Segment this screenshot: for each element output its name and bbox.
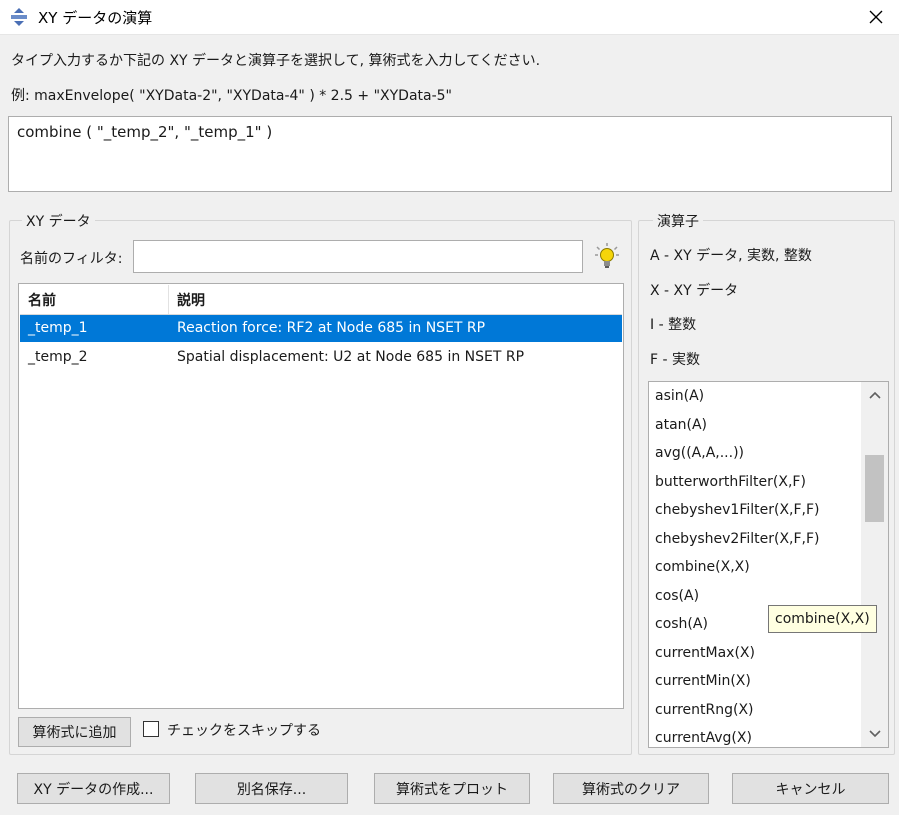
operator-item[interactable]: cosh(A) <box>655 616 708 632</box>
table-row-temp-1[interactable]: _temp_1 Reaction force: RF2 at Node 685 … <box>20 315 622 342</box>
create-xy-data-button[interactable]: XY データの作成... <box>17 773 170 804</box>
close-button[interactable] <box>853 0 899 34</box>
name-filter-input[interactable] <box>133 240 583 273</box>
operator-item[interactable]: currentAvg(X) <box>655 730 752 746</box>
title-bar: XY データの演算 <box>0 0 899 35</box>
operators-legend: 演算子 <box>653 211 703 231</box>
xy-data-legend: XY データ <box>22 211 95 231</box>
chevron-up-icon <box>868 391 881 399</box>
chevron-down-icon <box>868 730 881 738</box>
abaqus-app-icon <box>11 8 27 26</box>
add-to-expression-button[interactable]: 算術式に追加 <box>18 717 131 747</box>
operator-item[interactable]: currentMax(X) <box>655 645 755 661</box>
operator-item[interactable]: atan(A) <box>655 417 707 433</box>
skip-check-checkbox[interactable] <box>143 721 159 737</box>
operator-legend-x: X - XY データ <box>650 283 739 299</box>
operator-scrollbar[interactable] <box>861 382 888 747</box>
clear-expression-button[interactable]: 算術式のクリア <box>553 773 709 804</box>
operator-item[interactable]: asin(A) <box>655 388 704 404</box>
operator-item[interactable]: combine(X,X) <box>655 559 750 575</box>
scroll-up-button[interactable] <box>861 382 888 408</box>
operator-item[interactable]: chebyshev1Filter(X,F,F) <box>655 502 820 518</box>
operator-item[interactable]: currentMin(X) <box>655 673 751 689</box>
column-header-description[interactable]: 説明 <box>177 290 205 310</box>
window-title: XY データの演算 <box>38 9 153 27</box>
row-name: _temp_2 <box>28 349 88 365</box>
lightbulb-icon[interactable] <box>594 242 620 270</box>
column-header-name[interactable]: 名前 <box>28 290 56 310</box>
close-icon <box>869 10 883 24</box>
skip-check-label[interactable]: チェックをスキップする <box>167 720 321 740</box>
example-text: 例: maxEnvelope( "XYData-2", "XYData-4" )… <box>11 88 452 104</box>
save-as-button[interactable]: 別名保存... <box>195 773 348 804</box>
instruction-text: タイプ入力するか下記の XY データと演算子を選択して, 算術式を入力してくださ… <box>11 53 541 69</box>
row-description: Spatial displacement: U2 at Node 685 in … <box>177 349 525 365</box>
table-row-temp-2[interactable]: _temp_2 Spatial displacement: U2 at Node… <box>20 344 622 371</box>
operator-item[interactable]: avg((A,A,...)) <box>655 445 744 461</box>
operator-item[interactable]: chebyshev2Filter(X,F,F) <box>655 531 820 547</box>
operator-item[interactable]: butterworthFilter(X,F) <box>655 474 806 490</box>
column-divider[interactable] <box>168 285 169 314</box>
table-header: 名前 説明 <box>20 285 622 315</box>
operator-item[interactable]: currentRng(X) <box>655 702 754 718</box>
cancel-button[interactable]: キャンセル <box>732 773 889 804</box>
filter-label: 名前のフィルタ: <box>20 251 123 267</box>
plot-expression-button[interactable]: 算術式をプロット <box>374 773 530 804</box>
scroll-down-button[interactable] <box>861 721 888 747</box>
expression-input[interactable]: combine ( "_temp_2", "_temp_1" ) <box>8 116 892 192</box>
operator-tooltip: combine(X,X) <box>768 605 877 633</box>
row-description: Reaction force: RF2 at Node 685 in NSET … <box>177 320 486 336</box>
operator-legend-a: A - XY データ, 実数, 整数 <box>650 248 812 264</box>
operator-list[interactable]: asin(A) atan(A) avg((A,A,...)) butterwor… <box>648 381 889 748</box>
operator-item[interactable]: cos(A) <box>655 588 699 604</box>
xy-data-table[interactable]: 名前 説明 _temp_1 Reaction force: RF2 at Nod… <box>18 283 624 709</box>
operator-legend-i: I - 整数 <box>650 317 697 333</box>
operator-legend-f: F - 実数 <box>650 352 701 368</box>
row-name: _temp_1 <box>28 320 88 336</box>
scroll-thumb[interactable] <box>865 455 884 522</box>
